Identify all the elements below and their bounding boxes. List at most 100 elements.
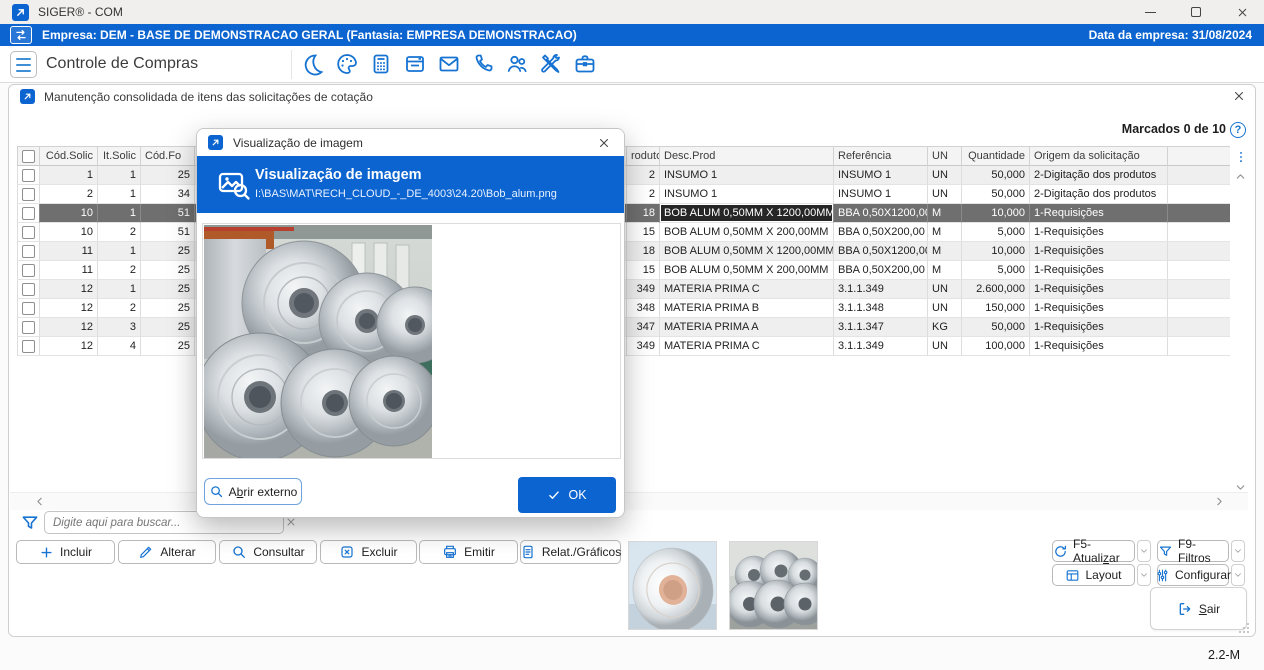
col-referencia[interactable]: Referência	[834, 146, 928, 166]
cell-it-solic: 1	[98, 280, 141, 299]
f5-label: F5-Atualizar	[1073, 537, 1134, 565]
cell-un: UN	[928, 185, 962, 204]
cell-cod-fornecedor: 34	[141, 185, 195, 204]
row-checkbox[interactable]	[22, 340, 35, 353]
help-icon[interactable]: ?	[1230, 122, 1246, 138]
layout-button[interactable]: Layout	[1052, 564, 1135, 586]
incluir-button[interactable]: Incluir	[16, 540, 115, 564]
col-desc-prod[interactable]: Desc.Prod	[660, 146, 834, 166]
row-checkbox-cell[interactable]	[17, 318, 40, 337]
cell-cod-produto: 2	[627, 185, 660, 204]
image-file-path: I:\BAS\MAT\RECH_CLOUD_-_DE_4003\24.20\Bo…	[255, 188, 557, 200]
relat-label: Relat./Gráficos	[542, 545, 621, 559]
palette-icon[interactable]	[334, 51, 360, 77]
row-checkbox[interactable]	[22, 188, 35, 201]
col-it-solic[interactable]: It.Solic	[98, 146, 141, 166]
configurar-button[interactable]: Configurar	[1157, 564, 1229, 586]
alterar-button[interactable]: Alterar	[118, 540, 216, 564]
minimize-button[interactable]	[1128, 0, 1172, 24]
sair-button[interactable]: Sair	[1150, 587, 1247, 630]
scroll-right-arrow[interactable]	[1212, 494, 1226, 508]
abrir-externo-label: Abrir externo	[229, 485, 298, 499]
relatorios-graficos-button[interactable]: Relat./Gráficos	[520, 540, 621, 564]
resize-grip[interactable]	[1238, 622, 1250, 634]
row-checkbox[interactable]	[22, 302, 35, 315]
row-checkbox[interactable]	[22, 169, 35, 182]
mail-icon[interactable]	[436, 51, 462, 77]
column-options-icon[interactable]	[1233, 149, 1248, 164]
ok-button[interactable]: OK	[518, 477, 616, 513]
hamburger-menu-button[interactable]	[10, 51, 37, 78]
cell-origem: 1-Requisições	[1030, 223, 1168, 242]
excluir-button[interactable]: Excluir	[320, 540, 417, 564]
layout-icon	[1065, 568, 1080, 583]
col-un[interactable]: UN	[928, 146, 962, 166]
close-window-button[interactable]	[1220, 0, 1264, 24]
select-all-checkbox[interactable]	[22, 150, 35, 163]
col-cod-solic[interactable]: Cód.Solic	[40, 146, 98, 166]
emitir-button[interactable]: Emitir	[419, 540, 518, 564]
maximize-button[interactable]	[1174, 0, 1218, 24]
moon-icon[interactable]	[300, 51, 326, 77]
row-checkbox-cell[interactable]	[17, 242, 40, 261]
cell-referencia: BBA 0,50X1200,00	[834, 204, 928, 223]
f9-dropdown-caret[interactable]	[1231, 540, 1245, 562]
row-checkbox[interactable]	[22, 264, 35, 277]
row-checkbox[interactable]	[22, 321, 35, 334]
dialog-close-icon[interactable]	[594, 133, 614, 153]
row-checkbox-cell[interactable]	[17, 337, 40, 356]
f5-atualizar-button[interactable]: F5-Atualizar	[1052, 540, 1135, 562]
cell-quantidade: 2.600,000	[962, 280, 1030, 299]
col-cod-fornecedor[interactable]: Cód.Fo	[141, 146, 195, 166]
row-checkbox-cell[interactable]	[17, 261, 40, 280]
cell-referencia: 3.1.1.348	[834, 299, 928, 318]
briefcase-icon[interactable]	[572, 51, 598, 77]
dialog-image-frame	[202, 223, 621, 459]
col-origem[interactable]: Origem da solicitação	[1030, 146, 1168, 166]
consultar-button[interactable]: Consultar	[219, 540, 317, 564]
phone-icon[interactable]	[470, 51, 496, 77]
row-checkbox-cell[interactable]	[17, 185, 40, 204]
cell-cod-solic: 11	[40, 261, 98, 280]
row-checkbox[interactable]	[22, 245, 35, 258]
row-checkbox-cell[interactable]	[17, 299, 40, 318]
row-checkbox-cell[interactable]	[17, 280, 40, 299]
scroll-left-arrow[interactable]	[32, 494, 46, 508]
layout-dropdown-caret[interactable]	[1137, 564, 1151, 586]
close-screen-button[interactable]	[1228, 86, 1250, 106]
cell-cod-produto: 15	[627, 261, 660, 280]
sync-icon[interactable]	[10, 26, 32, 44]
card-icon[interactable]	[402, 51, 428, 77]
cell-cod-solic: 12	[40, 337, 98, 356]
cell-un: UN	[928, 280, 962, 299]
row-checkbox[interactable]	[22, 226, 35, 239]
col-cod-produto[interactable]: roduto	[627, 146, 660, 166]
product-thumbnail-coil-single[interactable]	[628, 541, 717, 630]
cell-referencia: BBA 0,50X200,00	[834, 223, 928, 242]
col-checkbox[interactable]	[17, 146, 40, 166]
product-thumbnail-coils-group[interactable]	[729, 541, 818, 630]
cell-cod-fornecedor: 51	[141, 204, 195, 223]
row-checkbox-cell[interactable]	[17, 166, 40, 185]
users-icon[interactable]	[504, 51, 530, 77]
row-checkbox-cell[interactable]	[17, 223, 40, 242]
cell-referencia: 3.1.1.349	[834, 280, 928, 299]
f9-filtros-button[interactable]: F9-Filtros	[1157, 540, 1229, 562]
row-checkbox-cell[interactable]	[17, 204, 40, 223]
cell-cod-produto: 349	[627, 280, 660, 299]
abrir-externo-button[interactable]: Abrir externo	[204, 478, 302, 505]
scroll-up-arrow[interactable]	[1233, 169, 1248, 183]
cell-desc-prod: BOB ALUM 0,50MM X 1200,00MM	[660, 242, 834, 261]
cell-filler	[1168, 242, 1230, 261]
tools-icon[interactable]	[538, 51, 564, 77]
cell-quantidade: 5,000	[962, 223, 1030, 242]
col-quantidade[interactable]: Quantidade	[962, 146, 1030, 166]
cell-origem: 1-Requisições	[1030, 299, 1168, 318]
configurar-dropdown-caret[interactable]	[1231, 564, 1245, 586]
row-checkbox[interactable]	[22, 283, 35, 296]
f5-dropdown-caret[interactable]	[1137, 540, 1151, 562]
calculator-icon[interactable]	[368, 51, 394, 77]
funnel-icon	[1158, 544, 1173, 559]
cell-referencia: 3.1.1.347	[834, 318, 928, 337]
row-checkbox[interactable]	[22, 207, 35, 220]
